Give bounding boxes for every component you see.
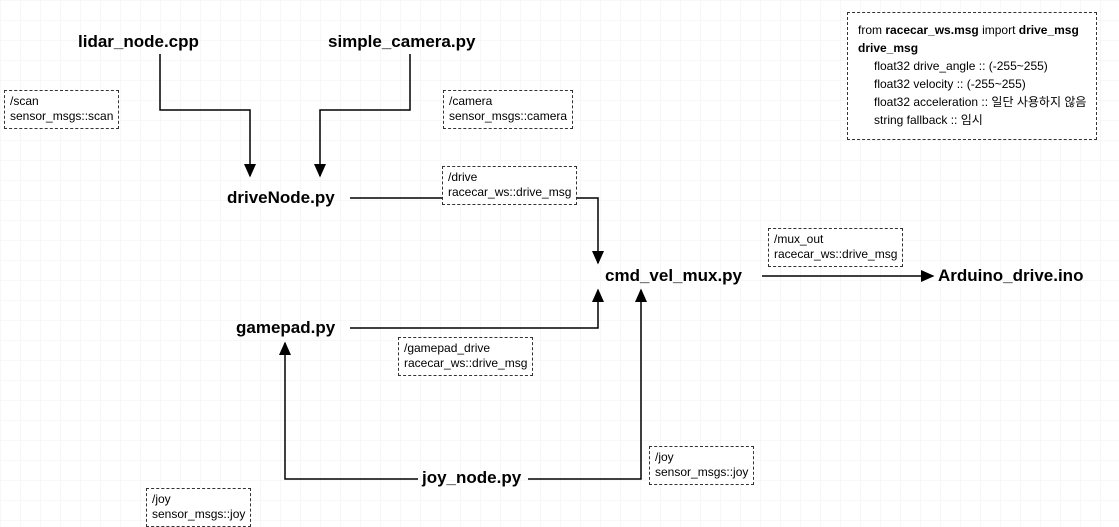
- import-line: from racecar_ws.msg import drive_msg: [858, 21, 1086, 39]
- topic-joy-right: /joy sensor_msgs::joy: [649, 446, 754, 485]
- topic-name: /joy: [655, 450, 748, 465]
- topic-type: racecar_ws::drive_msg: [448, 185, 571, 200]
- msg-name: drive_msg: [1019, 23, 1079, 37]
- msg-definition-box: from racecar_ws.msg import drive_msg dri…: [847, 12, 1097, 140]
- field-fallback: string fallback :: 임시: [858, 111, 1086, 129]
- node-gamepad: gamepad.py: [236, 318, 335, 338]
- topic-name: /joy: [152, 492, 245, 507]
- topic-gamepad-drive: /gamepad_drive racecar_ws::drive_msg: [398, 337, 533, 376]
- kw-import: import: [979, 23, 1019, 37]
- node-joy: joy_node.py: [422, 468, 521, 488]
- topic-scan: /scan sensor_msgs::scan: [4, 90, 119, 129]
- topic-camera: /camera sensor_msgs::camera: [443, 90, 573, 129]
- topic-drive: /drive racecar_ws::drive_msg: [442, 166, 577, 205]
- node-drive: driveNode.py: [227, 188, 335, 208]
- node-camera: simple_camera.py: [328, 32, 475, 52]
- node-lidar: lidar_node.cpp: [78, 32, 199, 52]
- topic-name: /scan: [10, 94, 113, 109]
- topic-type: sensor_msgs::joy: [152, 507, 245, 522]
- field-velocity: float32 velocity :: (-255~255): [858, 75, 1086, 93]
- topic-name: /camera: [449, 94, 567, 109]
- node-arduino: Arduino_drive.ino: [938, 266, 1083, 286]
- topic-type: sensor_msgs::scan: [10, 109, 113, 124]
- topic-name: /mux_out: [774, 232, 897, 247]
- topic-type: sensor_msgs::joy: [655, 465, 748, 480]
- field-drive-angle: float32 drive_angle :: (-255~255): [858, 57, 1086, 75]
- node-mux: cmd_vel_mux.py: [605, 266, 742, 286]
- topic-type: sensor_msgs::camera: [449, 109, 567, 124]
- pkg-name: racecar_ws.msg: [885, 23, 978, 37]
- field-acceleration: float32 acceleration :: 일단 사용하지 않음: [858, 93, 1086, 111]
- topic-mux-out: /mux_out racecar_ws::drive_msg: [768, 228, 903, 267]
- type-name: drive_msg: [858, 39, 1086, 57]
- topic-type: racecar_ws::drive_msg: [774, 247, 897, 262]
- topic-joy-left: /joy sensor_msgs::joy: [146, 488, 251, 527]
- topic-name: /drive: [448, 170, 571, 185]
- topic-type: racecar_ws::drive_msg: [404, 356, 527, 371]
- kw-from: from: [858, 23, 885, 37]
- topic-name: /gamepad_drive: [404, 341, 527, 356]
